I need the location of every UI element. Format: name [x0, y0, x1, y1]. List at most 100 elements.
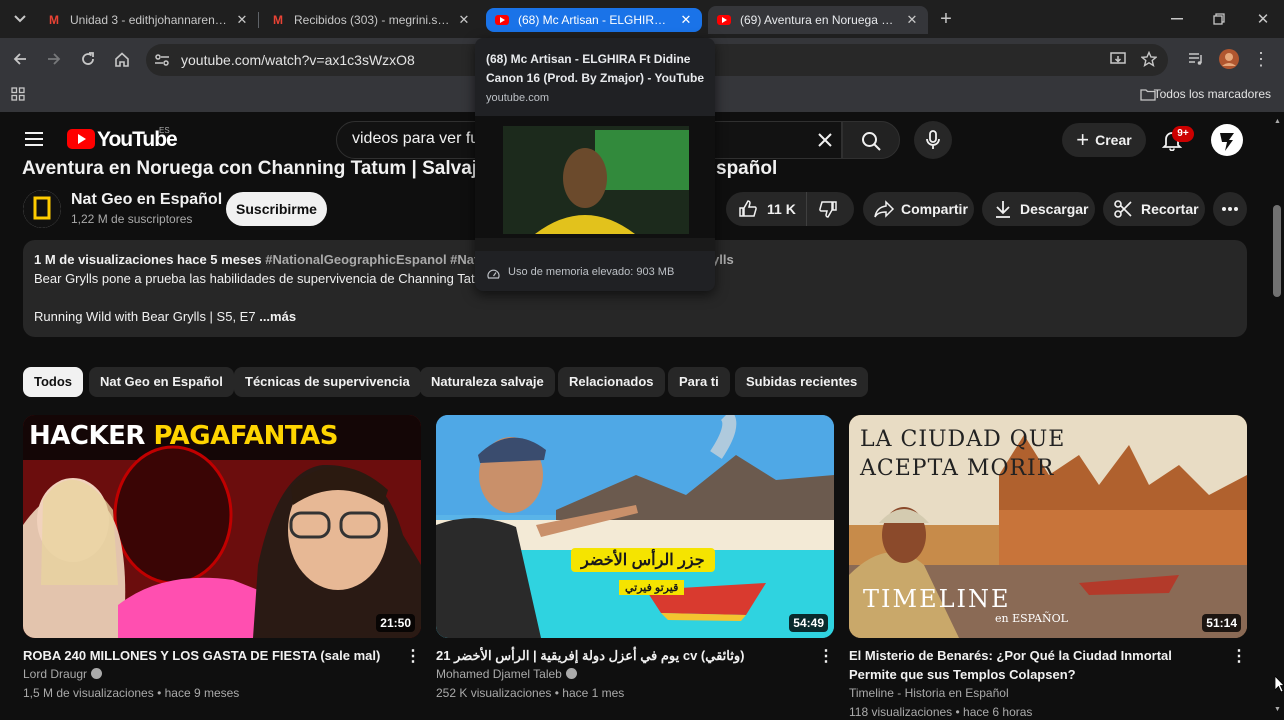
scrollbar-track[interactable]	[1270, 112, 1284, 720]
thumbnail-arabic-sub: قيرتو فيرتي	[619, 580, 685, 595]
search-button[interactable]	[842, 121, 900, 159]
search-query-text[interactable]: videos para ver fur	[352, 130, 485, 148]
channel-name-text: Mohamed Djamel Taleb	[436, 667, 562, 681]
description-tail: ylls	[712, 252, 734, 267]
verified-icon	[565, 668, 577, 679]
download-icon	[996, 201, 1010, 218]
more-vertical-icon[interactable]: ⋮	[405, 648, 421, 666]
tab-unidad[interactable]: M Unidad 3 - edithjohannarengifo ✕	[38, 6, 258, 34]
thumbnail-line: LA CIUDAD QUE	[860, 427, 1066, 452]
window-close-icon[interactable]: ✕	[1251, 7, 1275, 31]
all-bookmarks-link[interactable]: Todos los marcadores	[1154, 87, 1271, 101]
close-icon[interactable]: ✕	[904, 12, 920, 28]
video-card-channel[interactable]: Timeline - Historia en Español	[849, 686, 1009, 700]
browser-menu-icon[interactable]: ⋮	[1249, 47, 1273, 71]
create-button[interactable]: + Crear	[1062, 123, 1146, 157]
video-thumbnail[interactable]: جزر الرأس الأخضر قيرتو فيرتي 54:49	[436, 415, 834, 638]
reload-icon[interactable]	[76, 47, 100, 71]
tab-title: (69) Aventura en Noruega con C	[740, 13, 898, 27]
clip-button[interactable]: Recortar	[1103, 192, 1205, 226]
profile-avatar[interactable]	[1217, 47, 1241, 71]
subscriber-count: 1,22 M de suscriptores	[71, 212, 193, 226]
scrollbar-thumb[interactable]	[1273, 205, 1281, 297]
view-stats: 1 M de visualizaciones hace 5 meses	[34, 252, 262, 267]
video-card-channel[interactable]: Lord Draugr	[23, 667, 103, 681]
chip-subidas[interactable]: Subidas recientes	[735, 367, 869, 397]
close-icon[interactable]: ✕	[456, 12, 472, 28]
hover-card-memory: Uso de memoria elevado: 903 MB	[508, 266, 675, 278]
scroll-up-arrow-icon[interactable]: ▲	[1274, 118, 1281, 125]
download-button[interactable]: Descargar	[982, 192, 1095, 226]
chip-para-ti[interactable]: Para ti	[668, 367, 730, 397]
share-arrow-icon	[874, 200, 895, 218]
back-arrow-icon[interactable]	[8, 47, 32, 71]
tab-recibidos[interactable]: M Recibidos (303) - megrini.saidi@ ✕	[262, 6, 480, 34]
description-episode: Running Wild with Bear Grylls | S5, E7 .…	[34, 309, 296, 324]
video-card-title[interactable]: ROBA 240 MILLONES Y LOS GASTA DE FIESTA …	[23, 646, 393, 665]
more-vertical-icon[interactable]: ⋮	[818, 648, 834, 666]
dislike-button[interactable]	[806, 192, 854, 226]
plus-icon: +	[1076, 127, 1090, 152]
channel-name[interactable]: Nat Geo en Español	[71, 191, 222, 209]
clip-label: Recortar	[1141, 201, 1199, 217]
restore-icon[interactable]	[1207, 7, 1231, 31]
more-vertical-icon[interactable]: ⋮	[1231, 648, 1247, 666]
thumbnail-headline: LA CIUDAD QUE ACEPTA MORIR	[860, 425, 1065, 483]
voice-search-button[interactable]	[914, 121, 952, 159]
minimize-icon[interactable]	[1165, 7, 1189, 31]
chip-nat-geo[interactable]: Nat Geo en Español	[89, 367, 234, 397]
youtube-icon	[716, 14, 732, 26]
forward-arrow-icon[interactable]	[42, 47, 66, 71]
mouse-cursor-icon	[1274, 674, 1284, 697]
tab-aventura-noruega[interactable]: (69) Aventura en Noruega con C ✕	[708, 6, 928, 34]
hover-card-title: (68) Mc Artisan - ELGHIRA Ft Didine Cano…	[486, 52, 705, 85]
tab-title: Recibidos (303) - megrini.saidi@	[294, 13, 450, 27]
channel-name-text: Lord Draugr	[23, 667, 88, 681]
hamburger-menu-icon[interactable]	[24, 131, 44, 152]
bookmark-star-icon[interactable]	[1137, 47, 1161, 71]
chip-tecnicas[interactable]: Técnicas de supervivencia	[234, 367, 421, 397]
chip-todos[interactable]: Todos	[23, 367, 84, 397]
video-thumbnail[interactable]: LA CIUDAD QUE ACEPTA MORIR TIMELINE en E…	[849, 415, 1247, 638]
description-stats: 1 M de visualizaciones hace 5 meses #Nat…	[34, 252, 490, 267]
chip-relacionados[interactable]: Relacionados	[558, 367, 665, 397]
share-label: Compartir	[901, 201, 968, 217]
tab-title: (68) Mc Artisan - ELGHIRA Ft Di	[518, 13, 672, 27]
home-icon[interactable]	[110, 47, 134, 71]
thumbnail-brand: TIMELINE	[863, 585, 1011, 613]
more-actions-button[interactable]	[1213, 192, 1247, 226]
tab-search-chevron-icon[interactable]	[8, 7, 32, 31]
site-info-icon[interactable]	[150, 48, 174, 72]
share-button[interactable]: Compartir	[863, 192, 974, 226]
video-card-title[interactable]: 21 يوم في أعزل دولة إفريقية | الرأس الأخ…	[436, 646, 806, 665]
close-icon[interactable]: ✕	[234, 12, 250, 28]
show-more-link[interactable]: ...más	[259, 309, 296, 324]
install-app-icon[interactable]	[1106, 47, 1130, 71]
hashtag-links[interactable]: #NationalGeographicEspanol #Natio	[265, 252, 490, 267]
url-text[interactable]: youtube.com/watch?v=ax1c3sWzxO8	[181, 52, 415, 68]
memory-gauge-icon	[487, 267, 500, 285]
clear-search-icon[interactable]	[816, 131, 834, 154]
chip-naturaleza[interactable]: Naturaleza salvaje	[420, 367, 555, 397]
video-card-title[interactable]: El Misterio de Benarés: ¿Por Qué la Ciud…	[849, 646, 1219, 684]
tab-mc-artisan[interactable]: (68) Mc Artisan - ELGHIRA Ft Di ✕	[486, 8, 702, 32]
gmail-icon: M	[49, 13, 59, 27]
download-label: Descargar	[1020, 201, 1089, 217]
account-avatar[interactable]	[1211, 124, 1243, 161]
apps-grid-icon[interactable]	[6, 82, 30, 106]
video-card-channel[interactable]: Mohamed Djamel Taleb	[436, 667, 577, 681]
youtube-logo-icon[interactable]	[67, 129, 95, 154]
hover-card-domain: youtube.com	[486, 92, 549, 104]
scroll-down-arrow-icon[interactable]: ▼	[1274, 706, 1281, 713]
close-icon[interactable]: ✕	[678, 12, 694, 28]
thumbs-down-icon	[819, 201, 837, 218]
channel-avatar[interactable]	[23, 190, 61, 228]
video-duration: 51:14	[1202, 614, 1241, 632]
like-button[interactable]: 11 K	[726, 192, 806, 226]
video-thumbnail[interactable]: HACKER PAGAFANTAS 21:50	[23, 415, 421, 638]
subscribe-button[interactable]: Suscribirme	[226, 192, 327, 226]
video-card-meta: 118 visualizaciones • hace 6 horas	[849, 705, 1033, 719]
media-control-icon[interactable]	[1184, 47, 1208, 71]
new-tab-icon[interactable]: +	[934, 7, 958, 31]
tab-title: Unidad 3 - edithjohannarengifo	[70, 13, 228, 27]
